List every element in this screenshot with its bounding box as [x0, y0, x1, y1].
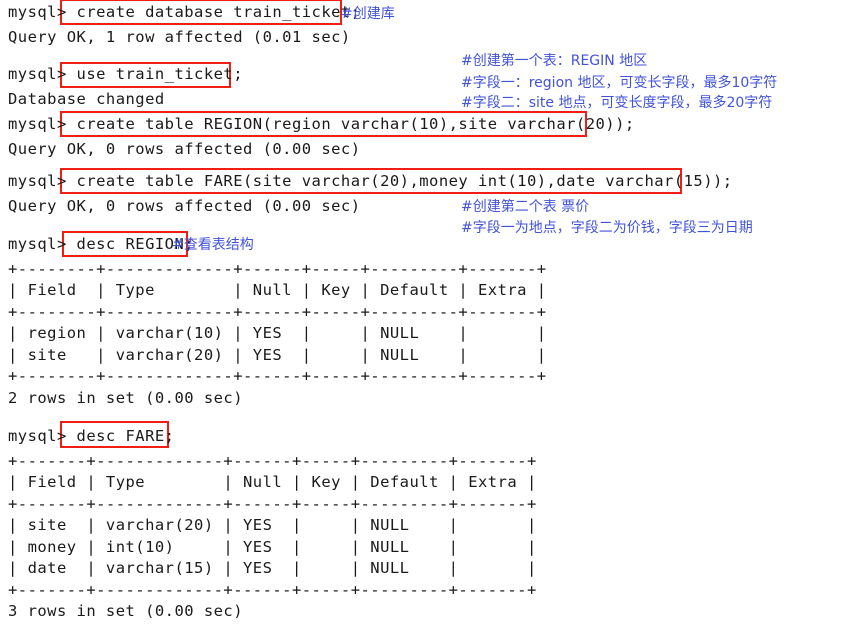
- terminal-line: 3 rows in set (0.00 sec): [8, 602, 244, 620]
- terminal-line: 2 rows in set (0.00 sec): [8, 389, 244, 407]
- annotation-comment: #字段一：region 地区，可变长字段，最多10字符: [461, 75, 778, 91]
- terminal-line: mysql> desc REGION;: [8, 235, 195, 253]
- terminal-line: Query OK, 0 rows affected (0.00 sec): [8, 197, 361, 215]
- annotation-comment: #查看表结构: [172, 237, 254, 253]
- terminal-line: mysql> create table REGION(region varcha…: [8, 115, 635, 133]
- terminal-line: mysql> create table FARE(site varchar(20…: [8, 172, 733, 190]
- terminal-line: mysql> desc FARE;: [8, 427, 175, 445]
- terminal-line: Query OK, 1 row affected (0.01 sec): [8, 28, 351, 46]
- terminal-line: Database changed: [8, 90, 165, 108]
- terminal-line: mysql> create database train_ticket;: [8, 3, 361, 21]
- terminal-line: mysql> use train_ticket;: [8, 65, 244, 83]
- mysql-terminal-screenshot: mysql> create database train_ticket; Quer…: [0, 0, 846, 626]
- annotation-comment: #字段二：site 地点，可变长度字段，最多20字符: [461, 95, 773, 111]
- annotation-comment: #创建第二个表 票价: [461, 199, 590, 215]
- annotation-comment: #创建库: [341, 6, 395, 22]
- terminal-line: Query OK, 0 rows affected (0.00 sec): [8, 140, 361, 158]
- annotation-comment: #字段一为地点，字段二为价钱，字段三为日期: [461, 220, 753, 236]
- annotation-comment: #创建第一个表：REGIN 地区: [461, 53, 648, 69]
